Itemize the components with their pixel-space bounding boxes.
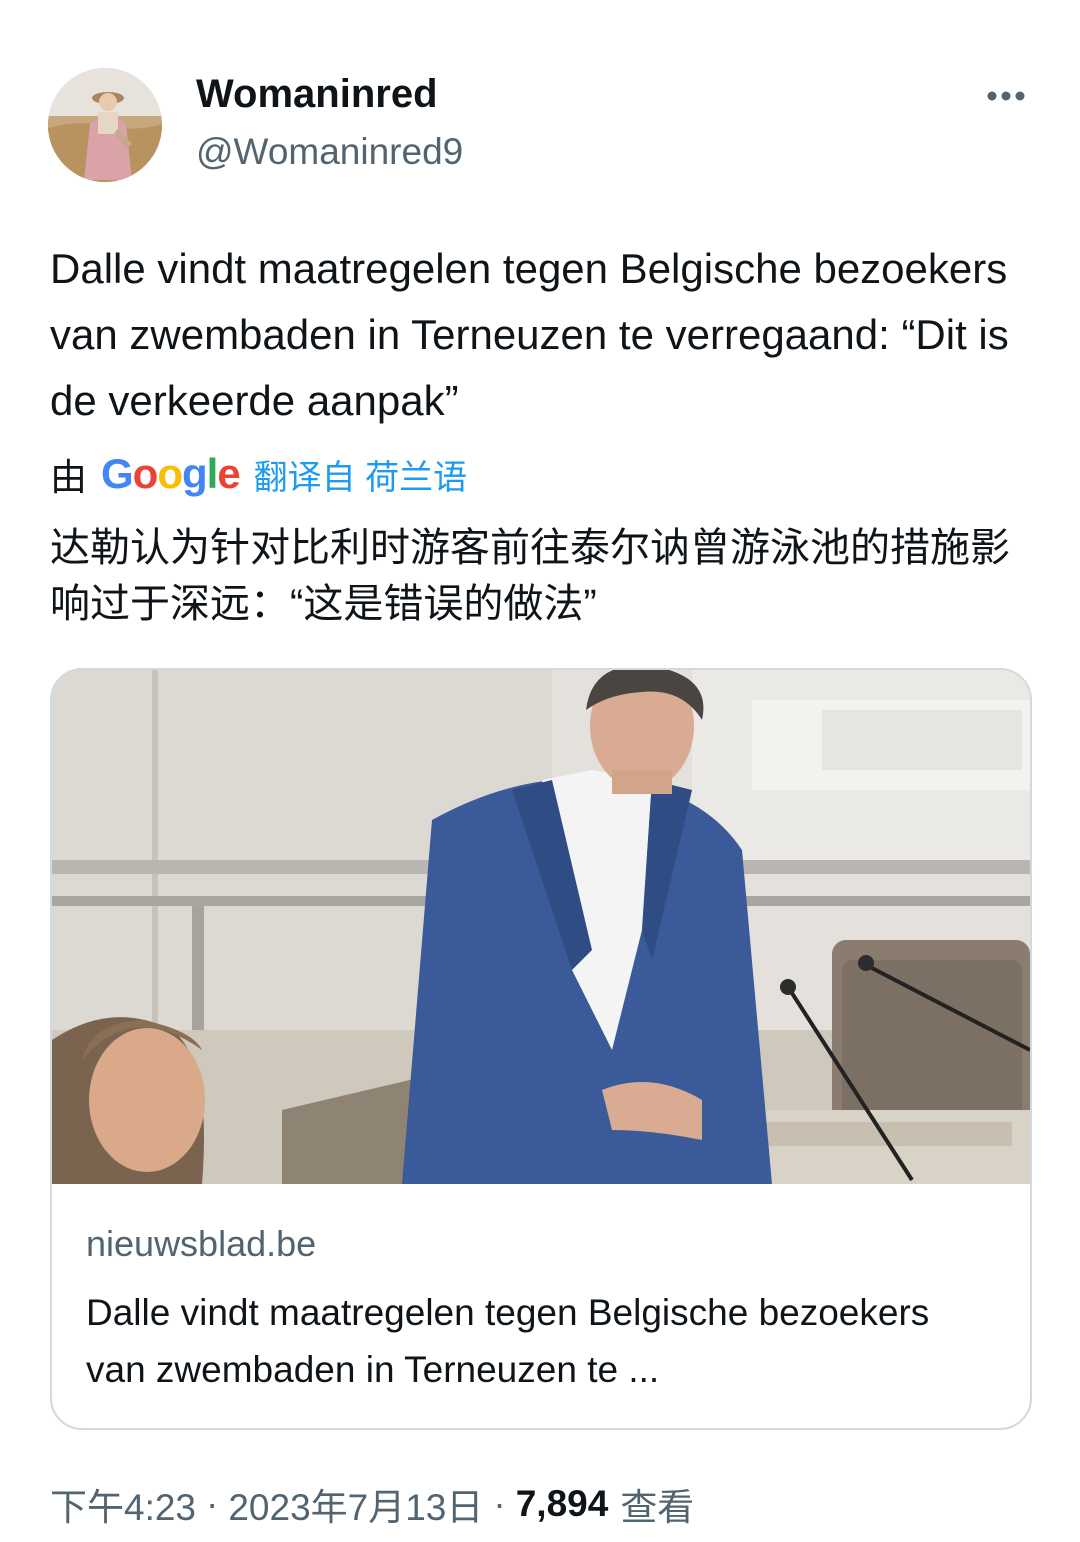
translated-text: 达勒认为针对比利时游客前往泰尔讷曾游泳池的措施影响过于深远：“这是错误的做法” bbox=[50, 526, 1010, 626]
meta-separator: · bbox=[493, 1483, 506, 1524]
translated-by-label: 由 bbox=[50, 457, 87, 498]
google-logo: Google bbox=[101, 450, 241, 497]
tweet-meta: 下午4:23 · 2023年7月13日 · 7,894 查看 bbox=[50, 1476, 694, 1532]
display-name[interactable]: Womaninred bbox=[196, 68, 438, 120]
tweet-time[interactable]: 下午4:23 bbox=[50, 1477, 196, 1531]
views-label[interactable]: 查看 bbox=[620, 1477, 694, 1531]
avatar-photo bbox=[48, 68, 162, 182]
more-options-button[interactable] bbox=[976, 76, 1036, 116]
card-title: Dalle vindt maatregelen tegen Belgische … bbox=[86, 1292, 930, 1390]
meta-separator: · bbox=[206, 1483, 219, 1524]
article-image bbox=[52, 670, 1030, 1184]
translated-from-link[interactable]: 翻译自 荷兰语 bbox=[254, 450, 467, 499]
tweet-text: Dalle vindt maatregelen tegen Belgische … bbox=[50, 245, 1009, 424]
avatar[interactable] bbox=[48, 68, 162, 182]
views-count[interactable]: 7,894 bbox=[516, 1483, 609, 1525]
translation-attribution: 由 Google 翻译自 荷兰语 bbox=[50, 446, 467, 502]
card-domain: nieuwsblad.be bbox=[86, 1223, 317, 1264]
more-horizontal-icon bbox=[987, 91, 1025, 101]
tweet-date[interactable]: 2023年7月13日 bbox=[228, 1477, 483, 1531]
link-preview-card[interactable]: nieuwsblad.be Dalle vindt maatregelen te… bbox=[50, 668, 1032, 1430]
user-handle[interactable]: @Womaninred9 bbox=[196, 126, 463, 178]
